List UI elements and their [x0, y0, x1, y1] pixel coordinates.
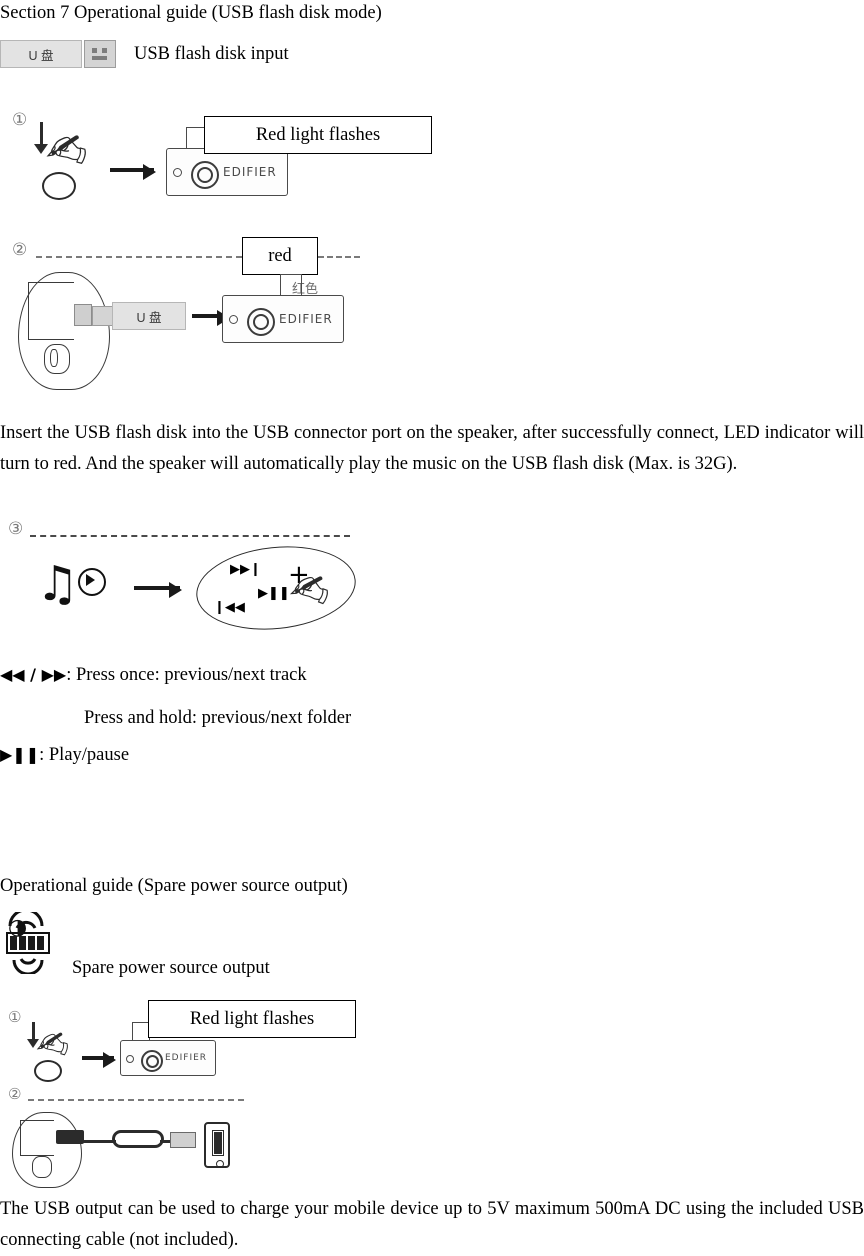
control-line-3: ▶❚❚: Play/pause: [0, 745, 129, 766]
usb-chip-icon: U 盘: [0, 40, 82, 68]
wifi-arc-icon-bottom: [8, 958, 48, 976]
usb-connector-plug: [56, 1130, 84, 1144]
edifier-logo-ring-2: [247, 308, 275, 336]
battery-icon: [6, 932, 50, 954]
speaker-brand-1: EDIFIER: [223, 165, 277, 179]
play-triangle-icon: [86, 574, 95, 586]
micro-usb-plug: [170, 1132, 196, 1148]
round-speaker-detail-2: [32, 1156, 52, 1178]
usb-cable-loop: [42, 172, 76, 200]
callout-red-light-flashes-2: Red light flashes: [148, 1000, 356, 1038]
music-note-icon: ♫: [36, 556, 80, 612]
spare-step-1-arrow: [82, 1052, 116, 1068]
round-speaker-inner-edge-2: [20, 1120, 54, 1156]
play-pause-icon-dial: ▶❚❚: [258, 586, 290, 601]
spare-power-paragraph: The USB output can be used to charge you…: [0, 1199, 864, 1250]
edifier-logo-ring: [191, 161, 219, 189]
usb-port-on-speaker: [74, 304, 92, 326]
play-pause-icon: ▶❚❚: [0, 745, 40, 764]
phone-home-button: [216, 1160, 224, 1168]
hand-holding-usb-icon: ✍: [41, 117, 95, 183]
wifi-arc-icon: [6, 912, 46, 930]
speaker-port-icon-3: [126, 1055, 134, 1063]
speaker-illustration-2: EDIFIER: [222, 295, 344, 343]
page-title: Section 7 Operational guide (USB flash d…: [0, 3, 382, 23]
usb-mode-paragraph: Insert the USB flash disk into the USB c…: [0, 423, 864, 474]
insert-direction-arrow: [34, 144, 48, 154]
edifier-logo-ring-3: [141, 1050, 163, 1072]
step-1-marker: ①: [12, 110, 28, 130]
callout-red-light-flashes-1: Red light flashes: [204, 116, 432, 154]
prev-track-icon: ❙◀◀: [214, 600, 245, 615]
usb-cable-loop-3: [112, 1130, 164, 1148]
speaker-port-icon: [173, 168, 182, 177]
callout-red: red: [242, 237, 318, 275]
speaker-top-connector-2: [280, 274, 302, 296]
control-line-1: ◀◀ / ▶▶: Press once: previous/next track: [0, 665, 307, 686]
speaker-brand-2: EDIFIER: [279, 312, 333, 326]
prev-next-track-icon: ◀◀ / ▶▶: [0, 665, 67, 684]
next-track-icon: ▶▶❙: [230, 562, 261, 577]
step-2-dashed-line-right: [318, 256, 360, 258]
mobile-device-illustration: [204, 1122, 230, 1168]
usb-plug-icon: [84, 40, 116, 68]
document-page: Section 7 Operational guide (USB flash d…: [0, 0, 864, 1255]
usb-cable-segment-1: [82, 1140, 116, 1143]
speaker-port-icon-2: [229, 315, 238, 324]
step-3-marker: ③: [8, 519, 24, 539]
speaker-illustration-1: EDIFIER: [166, 148, 288, 196]
control-line-3-text: : Play/pause: [39, 745, 130, 765]
control-line-2: Press and hold: previous/next folder: [84, 708, 352, 728]
spare-step-1-marker: ①: [8, 1008, 22, 1026]
usb-input-label: USB flash disk input: [134, 43, 289, 64]
round-speaker-inner-edge: [28, 282, 74, 340]
spare-power-label: Spare power source output: [72, 958, 270, 978]
step-1-arrow: [110, 164, 156, 180]
usb-chip-icon-2: U 盘: [112, 302, 186, 330]
step-3-dashed-line: [30, 535, 350, 537]
speaker-illustration-3: EDIFIER: [120, 1040, 216, 1076]
step-2-dashed-line-left: [36, 256, 242, 258]
control-line-1-text: : Press once: previous/next track: [66, 665, 307, 685]
spare-power-heading: Operational guide (Spare power source ou…: [0, 876, 348, 896]
round-speaker-detail-inner: [50, 349, 58, 367]
phone-battery-icon: [212, 1130, 224, 1156]
spare-step-2-dashed-line: [28, 1099, 244, 1101]
usb-flash-disk-input-row: U 盘 USB flash disk input: [0, 40, 289, 68]
spare-step-2-marker: ②: [8, 1085, 22, 1103]
usb-cable-loop-2: [34, 1060, 62, 1082]
insert-direction-arrow-2: [27, 1039, 39, 1048]
speaker-brand-3: EDIFIER: [165, 1053, 208, 1063]
step-2-marker: ②: [12, 240, 28, 260]
step-3-arrow: [134, 582, 182, 598]
